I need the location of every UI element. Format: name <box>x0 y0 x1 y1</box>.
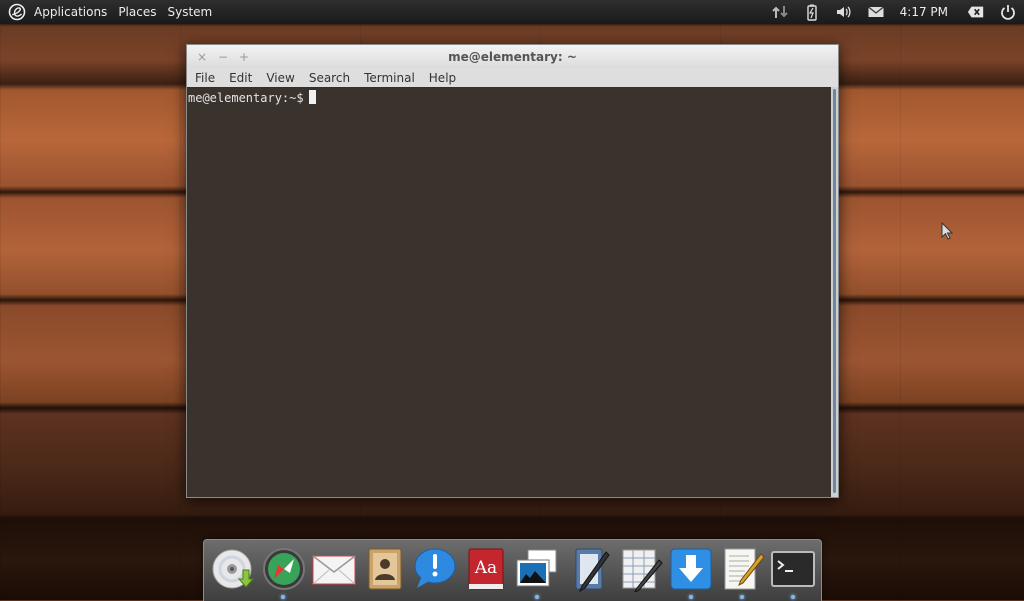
window-titlebar[interactable]: × − + me@elementary: ~ <box>187 45 838 68</box>
volume-icon[interactable] <box>835 3 853 21</box>
dock: Aa <box>203 539 822 601</box>
scrollbar-thumb[interactable] <box>833 89 836 493</box>
address-book-icon[interactable] <box>361 546 407 592</box>
running-indicator <box>791 595 795 599</box>
terminal-window: × − + me@elementary: ~ File Edit View Se… <box>186 44 839 498</box>
close-icon[interactable]: × <box>196 51 208 63</box>
window-menubar: File Edit View Search Terminal Help <box>187 68 838 88</box>
terminal-prompt: me@elementary:~$ <box>188 90 316 105</box>
top-panel: Applications Places System 4:17 PM <box>0 0 1024 24</box>
running-indicator <box>740 595 744 599</box>
running-indicator <box>689 595 693 599</box>
menu-edit[interactable]: Edit <box>229 71 252 85</box>
system-tray: 4:17 PM <box>764 0 1024 24</box>
compass-browser-icon[interactable] <box>261 546 307 592</box>
system-menu[interactable]: System <box>167 5 212 19</box>
terminal-area[interactable]: me@elementary:~$ <box>187 87 831 497</box>
terminal-icon[interactable] <box>770 546 816 592</box>
svg-text:Aa: Aa <box>474 558 497 578</box>
spreadsheet-pen-icon[interactable] <box>617 546 663 592</box>
session-close-icon[interactable] <box>967 3 985 21</box>
disc-install-icon[interactable] <box>210 546 256 592</box>
places-menu[interactable]: Places <box>118 5 156 19</box>
text-cursor <box>308 90 316 104</box>
battery-icon[interactable] <box>803 3 821 21</box>
power-icon[interactable] <box>999 3 1017 21</box>
menu-terminal[interactable]: Terminal <box>364 71 415 85</box>
maximize-icon[interactable]: + <box>238 51 250 63</box>
window-title: me@elementary: ~ <box>448 50 577 64</box>
dictionary-icon[interactable]: Aa <box>463 546 509 592</box>
mail-indicator-icon[interactable] <box>867 3 885 21</box>
prompt-text: me@elementary:~$ <box>188 91 304 105</box>
menu-search[interactable]: Search <box>309 71 350 85</box>
running-indicator <box>281 595 285 599</box>
menu-file[interactable]: File <box>195 71 215 85</box>
network-icon[interactable] <box>771 3 789 21</box>
elementary-logo-icon[interactable] <box>8 3 26 21</box>
terminal-scrollbar[interactable] <box>831 87 838 497</box>
text-editor-icon[interactable] <box>719 546 765 592</box>
mail-envelope-icon[interactable] <box>311 546 357 592</box>
download-arrow-icon[interactable] <box>668 546 714 592</box>
minimize-icon[interactable]: − <box>217 51 229 63</box>
mouse-pointer-icon <box>941 222 953 240</box>
photos-icon[interactable] <box>514 546 560 592</box>
chat-bubble-icon[interactable] <box>411 546 457 592</box>
applications-menu[interactable]: Applications <box>34 5 107 19</box>
menu-view[interactable]: View <box>266 71 294 85</box>
menu-help[interactable]: Help <box>429 71 456 85</box>
running-indicator <box>535 595 539 599</box>
clock[interactable]: 4:17 PM <box>900 5 948 19</box>
notebook-pen-icon[interactable] <box>566 546 612 592</box>
